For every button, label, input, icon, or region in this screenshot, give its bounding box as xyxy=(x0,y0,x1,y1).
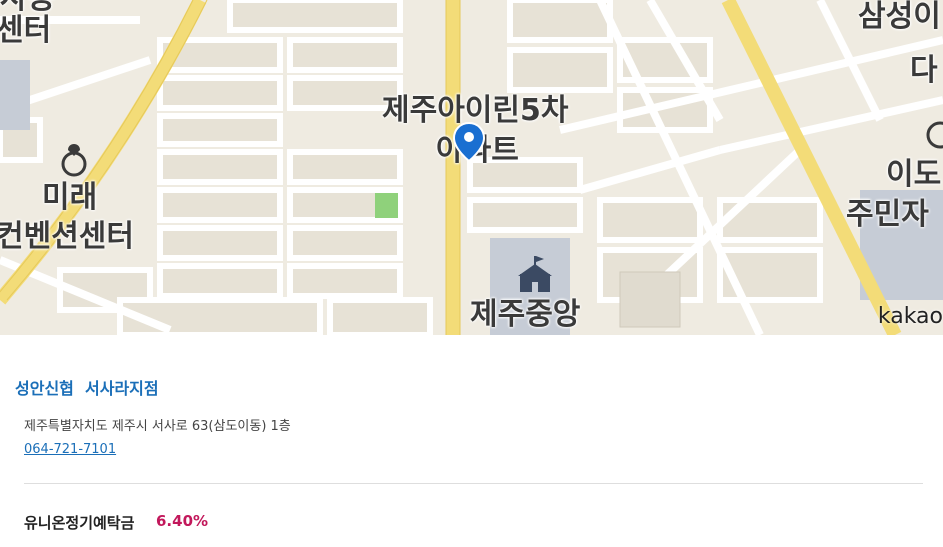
map-label-jeju-jungang: 제주중앙 xyxy=(470,297,581,332)
branch-name: 성안신협 서사라지점 xyxy=(15,379,159,398)
product-name: 유니온정기예탁금 xyxy=(24,514,135,532)
map-attribution[interactable]: kakao xyxy=(878,304,943,329)
branch-info-panel: 성안신협 서사라지점 제주특별자치도 제주시 서사로 63(삼도이동) 1층 0… xyxy=(0,335,943,547)
divider xyxy=(24,483,923,484)
map-label-da: 다 xyxy=(910,53,938,88)
location-pin-icon[interactable] xyxy=(453,122,485,162)
map-label-convention-center: 컨벤션센터 xyxy=(0,219,134,254)
map-view[interactable]: 센터 사용 미래 컨벤션센터 제주아이린5차 아파트 제주중앙 삼성이 다 이도… xyxy=(0,0,943,335)
branch-address: 제주특별자치도 제주시 서사로 63(삼도이동) 1층 xyxy=(24,419,291,434)
product-rate: 6.40% xyxy=(156,512,209,530)
map-label-mirae: 미래 xyxy=(42,180,98,215)
map-label-samseong: 삼성이 xyxy=(858,0,941,34)
map-label-jumin: 주민자 xyxy=(846,197,929,232)
map-label-center-top: 센터 xyxy=(0,13,52,48)
branch-phone-link[interactable]: 064-721-7101 xyxy=(24,442,116,457)
map-label-partial-top: 사용 xyxy=(0,0,55,14)
map-label-ido: 이도 xyxy=(886,157,942,192)
